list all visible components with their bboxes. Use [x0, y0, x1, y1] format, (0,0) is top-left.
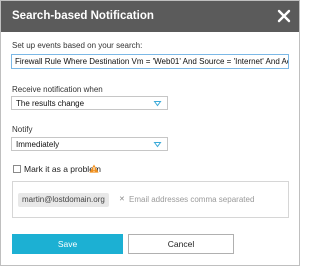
email-recipients-field[interactable]: martin@lostdomain.org ✕ Email addresses …: [12, 181, 289, 218]
dialog-title: Search-based Notification: [12, 10, 154, 22]
search-label: Set up events based on your search:: [12, 41, 143, 50]
notification-dialog: Search-based Notification Set up events …: [0, 0, 300, 266]
email-input-placeholder[interactable]: Email addresses comma separated: [129, 195, 254, 204]
remove-email-icon[interactable]: ✕: [119, 195, 125, 203]
receive-select-value: The results change: [16, 99, 85, 108]
search-query-field[interactable]: Firewall Rule Where Destination Vm = 'We…: [11, 54, 289, 69]
notify-select-value: Immediately: [16, 140, 60, 149]
email-chip: martin@lostdomain.org: [18, 193, 109, 207]
dialog-header: Search-based Notification: [1, 1, 299, 32]
cancel-button[interactable]: Cancel: [128, 234, 234, 254]
search-query-text: Firewall Rule Where Destination Vm = 'We…: [15, 57, 288, 66]
save-button[interactable]: Save: [12, 234, 123, 254]
receive-select[interactable]: The results change: [11, 96, 168, 110]
notify-label: Notify: [12, 125, 33, 134]
close-icon[interactable]: [277, 9, 291, 23]
chevron-down-icon: [153, 101, 162, 107]
receive-label: Receive notification when: [12, 85, 103, 94]
warning-icon: [89, 164, 99, 173]
problem-checkbox[interactable]: [13, 165, 21, 173]
chevron-down-icon: [153, 142, 162, 148]
notify-select[interactable]: Immediately: [11, 137, 168, 151]
